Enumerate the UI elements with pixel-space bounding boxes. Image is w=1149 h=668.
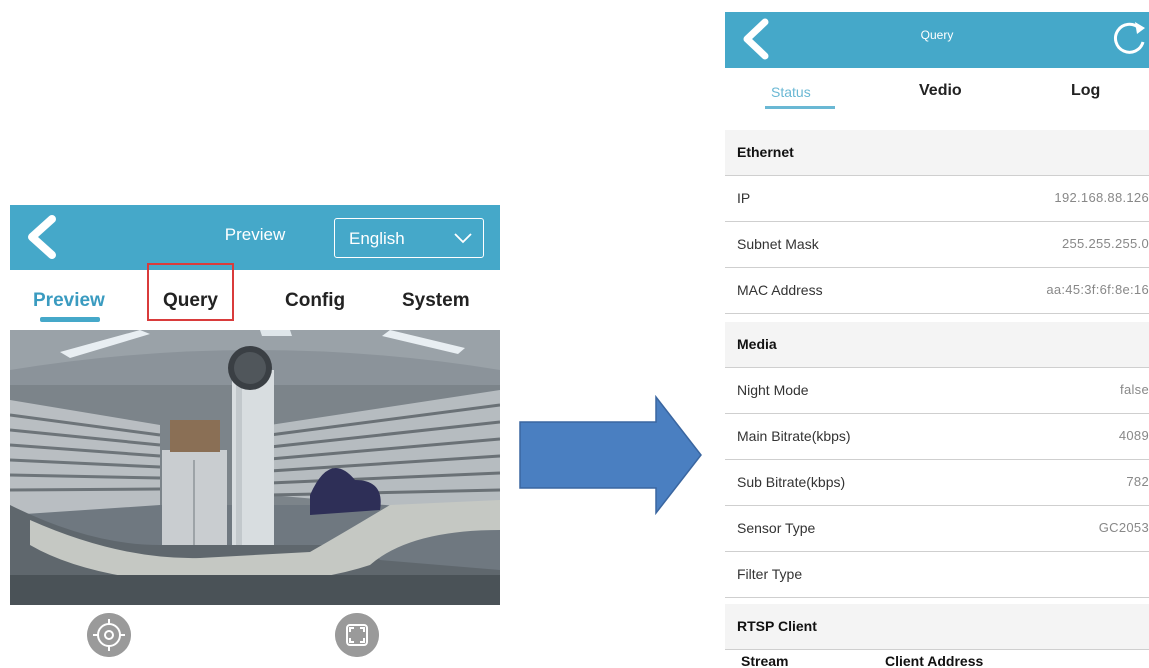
field-label: Subnet Mask [737, 236, 819, 252]
column-header-stream: Stream [741, 653, 789, 668]
list-item: Filter Type [725, 552, 1149, 598]
tab-vedio[interactable]: Vedio [919, 82, 962, 100]
table-header: Stream Client Address [725, 650, 1149, 668]
list-item: Sub Bitrate(kbps) 782 [725, 460, 1149, 506]
field-label: IP [737, 190, 751, 206]
section-title: Media [737, 336, 777, 352]
field-label: Main Bitrate(kbps) [737, 428, 851, 444]
section-media: Media [725, 322, 1149, 368]
section-title: RTSP Client [737, 618, 817, 634]
list-item: MAC Address aa:45:3f:6f:8e:16 [725, 268, 1149, 314]
ptz-target-icon[interactable] [87, 613, 131, 657]
query-header: Query [725, 12, 1149, 68]
tab-bar: Preview Query Config System [10, 270, 500, 330]
field-value: aa:45:3f:6f:8e:16 [1046, 282, 1149, 297]
tab-log[interactable]: Log [1071, 82, 1100, 100]
field-value: 4089 [1118, 428, 1149, 443]
active-tab-indicator [40, 317, 100, 322]
query-screen: Query Status Vedio Log Ethernet IP 192.1… [725, 0, 1149, 668]
tab-config[interactable]: Config [285, 290, 345, 312]
preview-screen: Preview English Preview Query Config Sys… [10, 205, 500, 668]
field-value: 782 [1126, 474, 1149, 489]
camera-preview [10, 330, 500, 605]
field-value: 192.168.88.126 [1054, 190, 1149, 205]
language-value: English [349, 229, 405, 248]
preview-header: Preview English [10, 205, 500, 270]
chevron-down-icon [454, 233, 472, 244]
field-value: GC2053 [1098, 520, 1149, 535]
field-label: Sub Bitrate(kbps) [737, 474, 846, 490]
refresh-icon[interactable] [1109, 18, 1149, 60]
query-highlight-box [147, 263, 234, 321]
transition-arrow-icon [519, 395, 702, 515]
list-item: Sensor Type GC2053 [725, 506, 1149, 552]
page-title: Query [920, 28, 954, 42]
column-header-client-address: Client Address [885, 653, 984, 668]
list-item: IP 192.168.88.126 [725, 176, 1149, 222]
language-select[interactable]: English [334, 218, 484, 258]
tab-preview[interactable]: Preview [33, 290, 105, 312]
section-title: Ethernet [737, 144, 794, 160]
section-ethernet: Ethernet [725, 130, 1149, 176]
tab-bar: Status Vedio Log [725, 68, 1149, 130]
field-label: Night Mode [737, 382, 809, 398]
active-tab-indicator [765, 106, 835, 109]
field-label: Sensor Type [737, 520, 816, 536]
fullscreen-icon[interactable] [335, 613, 379, 657]
field-label: MAC Address [737, 282, 823, 298]
tab-status[interactable]: Status [771, 84, 811, 100]
list-item: Subnet Mask 255.255.255.0 [725, 222, 1149, 268]
list-item: Night Mode false [725, 368, 1149, 414]
section-rtsp-client: RTSP Client [725, 604, 1149, 650]
field-value: false [1120, 382, 1149, 397]
list-item: Main Bitrate(kbps) 4089 [725, 414, 1149, 460]
tab-system[interactable]: System [402, 290, 470, 312]
field-value: 255.255.255.0 [1061, 236, 1149, 251]
field-label: Filter Type [737, 566, 803, 582]
